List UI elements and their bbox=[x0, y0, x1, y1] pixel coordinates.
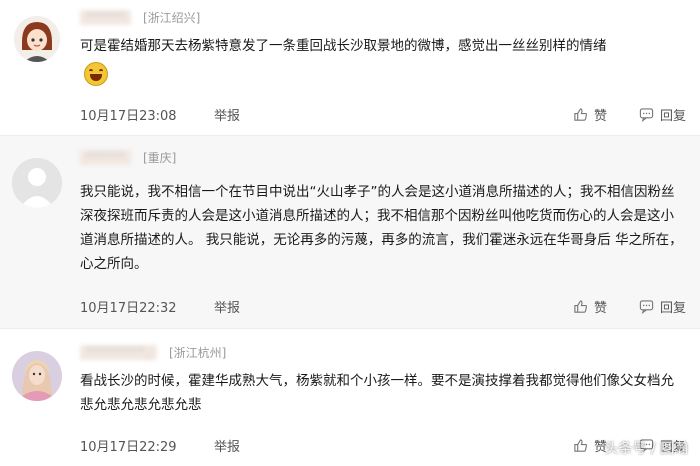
timestamp: 10月17日22:32 bbox=[80, 300, 177, 316]
username[interactable]: *********_ bbox=[80, 344, 157, 360]
avatar[interactable] bbox=[12, 158, 62, 208]
thumbs-up-icon bbox=[574, 299, 587, 313]
comment-footer: 10月17日22:32 举报 赞 回复 bbox=[80, 296, 686, 316]
report-link[interactable]: 举报 bbox=[214, 297, 240, 316]
avatar[interactable] bbox=[14, 16, 60, 62]
comment-meta: *********_ [浙江杭州] bbox=[80, 343, 226, 361]
comment-item: *********_ [浙江杭州] 看战长沙的时候，霍建华成熟大气，杨紫就和个小… bbox=[0, 329, 700, 466]
comment-text: 我只能说，我不相信一个在节目中说出“火山孝子”的人会是这小道消息所描述的人；我不… bbox=[80, 184, 683, 272]
like-button[interactable]: 赞 bbox=[573, 436, 607, 455]
timestamp: 10月17日23:08 bbox=[80, 108, 177, 124]
comment-item: ****** [重庆] 我只能说，我不相信一个在节目中说出“火山孝子”的人会是这… bbox=[0, 136, 700, 329]
thumbs-up-icon bbox=[574, 438, 587, 452]
report-link[interactable]: 举报 bbox=[214, 105, 240, 124]
comment-text: 可是霍结婚那天去杨紫特意发了一条重回战长沙取景地的微博，感觉出一丝丝别样的情绪 bbox=[80, 38, 607, 54]
location-tag: [浙江绍兴] bbox=[143, 10, 201, 25]
comment-bubble-icon bbox=[639, 299, 654, 314]
comment-item: ****** [浙江绍兴] 可是霍结婚那天去杨紫特意发了一条重回战长沙取景地的微… bbox=[0, 0, 700, 136]
location-tag: [重庆] bbox=[143, 150, 177, 165]
timestamp: 10月17日22:29 bbox=[80, 439, 177, 455]
comment-text: 看战长沙的时候，霍建华成熟大气，杨紫就和个小孩一样。要不是演技撑着我都觉得他们像… bbox=[80, 373, 674, 413]
thumbs-up-icon bbox=[574, 107, 587, 121]
comment-footer: 10月17日22:29 举报 赞 回复 bbox=[80, 435, 686, 455]
like-button[interactable]: 赞 bbox=[573, 297, 607, 316]
comment-meta: ****** [重庆] bbox=[80, 148, 176, 166]
like-label: 赞 bbox=[593, 300, 607, 316]
username[interactable]: ****** bbox=[80, 149, 131, 165]
reply-button[interactable]: 回复 bbox=[639, 297, 686, 316]
like-button[interactable]: 赞 bbox=[573, 105, 607, 124]
report-link[interactable]: 举报 bbox=[214, 436, 240, 455]
comment-meta: ****** [浙江绍兴] bbox=[80, 8, 200, 26]
avatar[interactable] bbox=[12, 351, 62, 401]
laughing-emoji-icon bbox=[84, 62, 108, 86]
comment-bubble-icon bbox=[639, 107, 654, 122]
username[interactable]: ****** bbox=[80, 9, 131, 25]
like-label: 赞 bbox=[593, 108, 607, 124]
reply-label: 回复 bbox=[659, 300, 686, 316]
watermark: 头条号 / 图瀚 bbox=[604, 441, 688, 457]
reply-button[interactable]: 回复 bbox=[639, 105, 686, 124]
comment-footer: 10月17日23:08 举报 赞 回复 bbox=[80, 104, 686, 124]
location-tag: [浙江杭州] bbox=[169, 345, 227, 360]
reply-label: 回复 bbox=[659, 108, 686, 124]
